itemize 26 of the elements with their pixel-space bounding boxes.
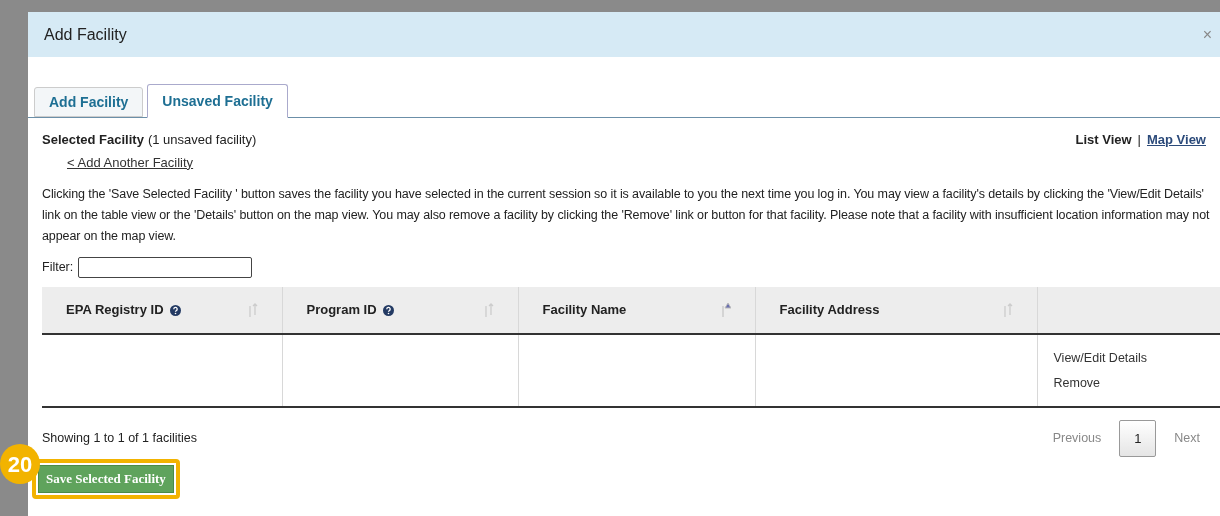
unsaved-count: (1 unsaved facility) bbox=[147, 131, 257, 149]
help-icon[interactable] bbox=[382, 304, 394, 316]
table-info-text: Showing 1 to 1 of 1 facilities bbox=[42, 430, 197, 448]
callout-badge: 20 bbox=[0, 444, 40, 484]
window-title: Add Facility bbox=[44, 24, 127, 45]
filter-field[interactable] bbox=[78, 257, 253, 278]
column-header: Facility Name bbox=[542, 301, 627, 320]
sort-ascending-icon[interactable] bbox=[720, 303, 731, 317]
view-link[interactable]: Map View bbox=[1147, 130, 1206, 150]
action-link[interactable]: View/Edit Details bbox=[1053, 348, 1148, 368]
help-icon[interactable] bbox=[169, 304, 181, 316]
column-header: Program ID bbox=[306, 301, 377, 320]
action-link[interactable]: Remove bbox=[1053, 373, 1101, 393]
separator: | bbox=[1137, 131, 1141, 149]
column-header: Facility Address bbox=[779, 301, 880, 320]
next-link[interactable]: Next bbox=[1174, 429, 1200, 448]
column-header: EPA Registry ID bbox=[66, 301, 164, 320]
view-link[interactable]: List View bbox=[1075, 130, 1132, 150]
add-another-link[interactable]: < Add Another Facility bbox=[67, 152, 257, 172]
section-title: Selected Facility bbox=[42, 131, 144, 149]
tab[interactable]: Unsaved Facility bbox=[147, 84, 288, 118]
tab[interactable]: Add Facility bbox=[34, 87, 144, 117]
page-button[interactable]: 1 bbox=[1119, 420, 1157, 457]
previous-link[interactable]: Previous bbox=[1052, 429, 1102, 448]
description-text: Clicking the 'Save Selected Facility ' button saves the facility you have selected in the current session so it is available to you the next time you log in. You may view a facility's details by clicking the 'View/Edit Details' link on the table view or the 'Details' button on the map view. You may also remove a facility by clicking the 'Remove' link or button for that facility. Please note that a facility with insufficient location information may not appear on the map view. bbox=[42, 186, 1211, 245]
filter-label: Filter: bbox=[42, 259, 74, 277]
